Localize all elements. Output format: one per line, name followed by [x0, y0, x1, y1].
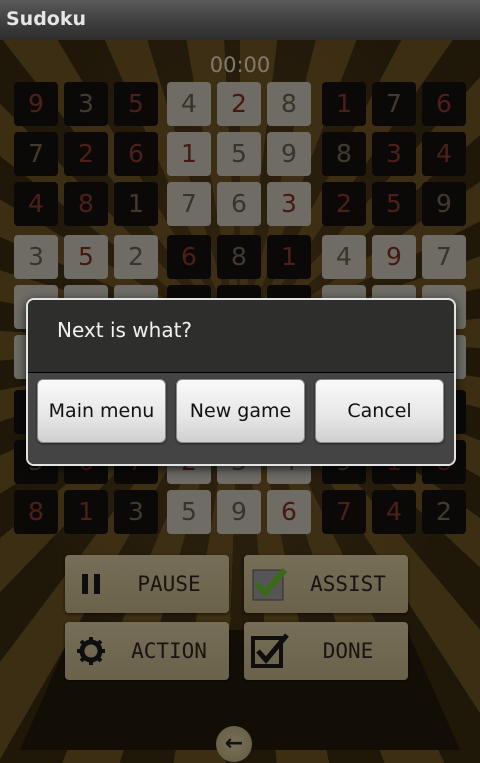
dialog-button-bar: Main menu New game Cancel	[28, 373, 454, 464]
dialog-message: Next is what?	[57, 318, 193, 342]
main-menu-button[interactable]: Main menu	[37, 379, 166, 443]
new-game-button[interactable]: New game	[176, 379, 305, 443]
app-title: Sudoku	[6, 8, 87, 30]
dialog-header: Next is what?	[28, 300, 454, 373]
next-action-dialog: Next is what? Main menu New game Cancel	[26, 298, 456, 466]
title-bar: Sudoku	[0, 0, 480, 41]
cancel-button[interactable]: Cancel	[315, 379, 444, 443]
